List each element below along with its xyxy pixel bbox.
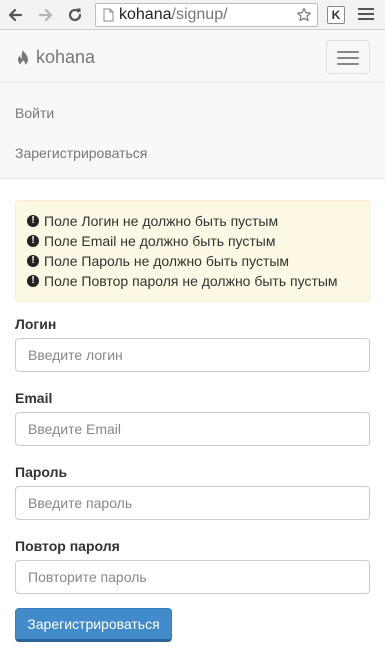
login-label: Логин — [15, 316, 57, 332]
url-text: kohana/signup/ — [119, 4, 228, 26]
hamburger-line — [358, 13, 374, 15]
browser-toolbar: kohana/signup/ K — [0, 0, 385, 30]
reload-button[interactable] — [65, 5, 85, 25]
brand-link[interactable]: kohana — [15, 47, 95, 68]
alert-item: ! Поле Пароль не должно быть пустым — [27, 253, 289, 269]
hamburger-line — [358, 18, 374, 20]
password-repeat-input[interactable] — [15, 560, 370, 594]
password-label: Пароль — [15, 464, 68, 480]
signup-submit-button[interactable]: Зарегистрироваться — [15, 608, 172, 642]
hamburger-line — [337, 63, 359, 65]
alert-item: ! Поле Повтор пароля не должно быть пуст… — [27, 273, 338, 289]
back-button[interactable] — [5, 5, 25, 25]
exclamation-sign-icon: ! — [27, 275, 39, 287]
extension-button[interactable]: K — [327, 6, 345, 24]
page-icon — [103, 8, 114, 22]
star-icon[interactable] — [296, 7, 312, 23]
email-label: Email — [15, 390, 53, 406]
password-repeat-label: Повтор пароля — [15, 538, 120, 554]
alert-message: Поле Логин не должно быть пустым — [44, 213, 279, 229]
arrow-left-icon — [8, 8, 23, 22]
navbar-toggle-button[interactable] — [326, 40, 370, 74]
brand-name: kohana — [36, 47, 96, 67]
alert-message: Поле Повтор пароля не должно быть пустым — [44, 273, 338, 289]
password-input[interactable] — [15, 486, 370, 520]
arrow-right-icon — [38, 8, 53, 22]
validation-alert: ! Поле Логин не должно быть пустым ! Пол… — [15, 200, 370, 302]
browser-menu-button[interactable] — [358, 8, 374, 22]
exclamation-sign-icon: ! — [27, 255, 39, 267]
hamburger-line — [337, 57, 359, 59]
alert-message: Поле Пароль не должно быть пустым — [44, 253, 290, 269]
email-input[interactable] — [15, 412, 370, 446]
alert-message: Поле Email не должно быть пустым — [44, 233, 276, 249]
exclamation-sign-icon: ! — [27, 235, 39, 247]
site-navbar: kohana Войти Зарегистрироваться — [0, 30, 385, 179]
reload-icon — [68, 8, 82, 22]
nav-link-login[interactable]: Войти — [15, 105, 54, 121]
hamburger-icon — [337, 51, 359, 53]
hamburger-icon — [358, 8, 374, 10]
navbar-header: kohana — [0, 30, 385, 83]
nav-link-signup[interactable]: Зарегистрироваться — [15, 145, 147, 161]
exclamation-sign-icon: ! — [27, 215, 39, 227]
address-bar[interactable]: kohana/signup/ — [95, 3, 318, 27]
fire-icon — [18, 49, 28, 65]
login-input[interactable] — [15, 338, 370, 372]
url-path: /signup/ — [171, 6, 228, 23]
alert-item: ! Поле Email не должно быть пустым — [27, 233, 275, 249]
url-domain: kohana — [119, 6, 172, 23]
alert-item: ! Поле Логин не должно быть пустым — [27, 213, 278, 229]
forward-button[interactable] — [36, 5, 56, 25]
